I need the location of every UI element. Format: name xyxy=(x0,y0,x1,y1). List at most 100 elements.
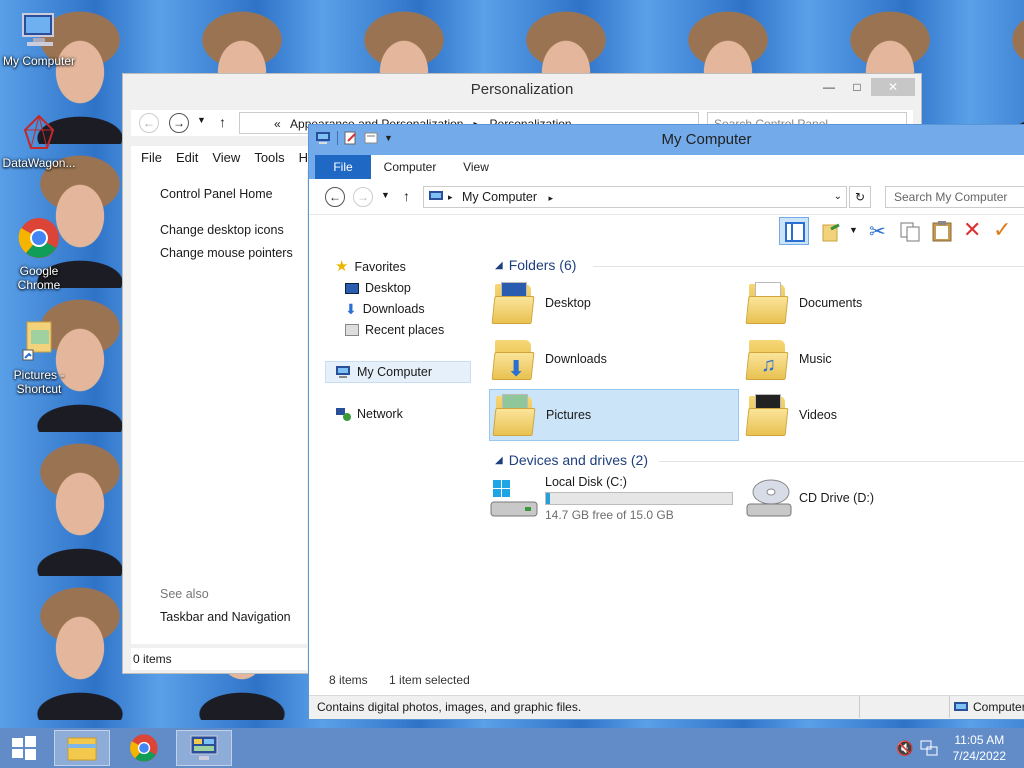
menu-tools[interactable]: Tools xyxy=(254,146,284,170)
recent-locations-icon[interactable]: ▼ xyxy=(381,190,390,200)
organize-icon[interactable] xyxy=(821,221,843,243)
menu-file[interactable]: File xyxy=(141,146,162,170)
collapse-icon[interactable]: ◢ xyxy=(495,260,503,271)
window-controls: — □ ✕ xyxy=(815,78,915,96)
breadcrumb-chevron-icon: « xyxy=(274,117,288,131)
desktop-icon-datawagon[interactable]: DataWagon... xyxy=(0,112,78,170)
minimize-button[interactable]: — xyxy=(815,78,843,96)
address-dropdown-icon[interactable]: ⌄ xyxy=(834,187,842,207)
maximize-button[interactable]: □ xyxy=(843,78,871,96)
organize-dropdown-icon[interactable]: ▼ xyxy=(849,225,858,235)
delete-icon[interactable]: ✕ xyxy=(963,217,981,243)
folder-pictures-icon xyxy=(490,390,540,440)
nav-downloads[interactable]: ⬇ Downloads xyxy=(345,299,425,319)
back-button[interactable]: ← xyxy=(139,113,159,133)
computer-icon xyxy=(429,191,443,200)
collapse-icon[interactable]: ◢ xyxy=(495,455,503,466)
group-divider xyxy=(659,461,1024,462)
desktop-icon-my-computer[interactable]: My Computer xyxy=(0,10,78,68)
nav-network[interactable]: Network xyxy=(335,404,403,424)
control-panel-home-link[interactable]: Control Panel Home xyxy=(160,187,273,201)
menu-view[interactable]: View xyxy=(212,146,240,170)
folder-tile-videos[interactable]: Videos xyxy=(743,389,993,441)
folder-tile-downloads[interactable]: ⬇ Downloads xyxy=(489,333,739,385)
copy-icon[interactable] xyxy=(899,221,921,243)
folder-label: Desktop xyxy=(545,296,591,310)
local-disk-icon xyxy=(490,480,538,517)
item-count: 8 items xyxy=(329,673,368,687)
tab-computer[interactable]: Computer xyxy=(371,155,449,179)
menu-help[interactable]: H xyxy=(299,146,308,170)
drive-tile-c[interactable]: Local Disk (C:) 14.7 GB free of 15.0 GB xyxy=(489,473,739,523)
folder-documents-icon xyxy=(743,278,793,328)
group-divider xyxy=(593,266,1024,267)
folder-tile-pictures[interactable]: Pictures xyxy=(489,389,739,441)
folder-tile-documents[interactable]: Documents xyxy=(743,277,993,329)
nav-label: Favorites xyxy=(354,260,406,274)
rename-icon[interactable]: ✓ xyxy=(993,217,1011,243)
network-tray-icon[interactable] xyxy=(920,740,938,756)
up-button[interactable]: ↑ xyxy=(403,188,410,204)
address-row: ← → ▼ ↑ ▸ My Computer ▸ ⌄ ↻ Search My Co… xyxy=(309,179,1024,215)
nav-label: Network xyxy=(357,407,403,421)
nav-recent-places[interactable]: Recent places xyxy=(345,320,444,340)
disk-usage-fill xyxy=(546,492,550,504)
refresh-icon[interactable]: ↻ xyxy=(849,186,871,208)
close-button[interactable]: ✕ xyxy=(871,78,915,96)
folder-desktop-icon xyxy=(489,278,539,328)
preview-pane-icon xyxy=(785,222,805,242)
disk-usage-bar xyxy=(545,491,733,505)
start-button[interactable] xyxy=(0,730,48,766)
computer-icon xyxy=(336,366,350,378)
change-desktop-icons-link[interactable]: Change desktop icons xyxy=(160,223,284,237)
forward-button[interactable]: → xyxy=(353,187,373,207)
address-bar[interactable]: ▸ My Computer ▸ ⌄ xyxy=(423,186,847,208)
cut-icon[interactable]: ✂ xyxy=(869,219,886,244)
folder-tile-music[interactable]: ♫ Music xyxy=(743,333,993,385)
taskbar-control-panel[interactable] xyxy=(176,730,232,766)
folder-tile-desktop[interactable]: Desktop xyxy=(489,277,739,329)
drive-free-space: 14.7 GB free of 15.0 GB xyxy=(545,507,674,522)
nav-my-computer[interactable]: My Computer xyxy=(325,361,471,383)
folder-label: Music xyxy=(799,352,832,366)
network-icon xyxy=(336,408,351,421)
breadcrumb-item[interactable]: My Computer xyxy=(462,190,537,204)
recent-dropdown-icon[interactable]: ▼ xyxy=(197,115,206,125)
volume-muted-icon[interactable]: 🔇 xyxy=(896,740,913,757)
status-bar: 0 items xyxy=(131,648,307,670)
nav-desktop[interactable]: Desktop xyxy=(345,278,411,298)
change-mouse-pointers-link[interactable]: Change mouse pointers xyxy=(160,246,293,260)
drive-tile-d[interactable]: CD Drive (D:) xyxy=(743,473,993,523)
star-icon: ★ xyxy=(335,258,349,275)
group-header-folders[interactable]: ◢ Folders (6) xyxy=(495,257,1024,273)
tab-view[interactable]: View xyxy=(449,155,503,179)
recent-places-icon xyxy=(345,324,359,336)
tab-file[interactable]: File xyxy=(315,155,371,179)
nav-label: My Computer xyxy=(357,365,433,379)
details-text: Contains digital photos, images, and gra… xyxy=(317,700,582,714)
see-also-label: See also xyxy=(160,587,209,601)
up-button[interactable]: ↑ xyxy=(219,114,226,130)
search-input[interactable]: Search My Computer xyxy=(885,186,1024,208)
my-computer-window[interactable]: ▼ My Computer File Computer View ← → ▼ ↑… xyxy=(308,124,1024,720)
paste-icon[interactable] xyxy=(931,219,953,243)
taskbar-navigation-link[interactable]: Taskbar and Navigation xyxy=(160,610,291,624)
windows-logo-icon xyxy=(12,736,36,760)
system-clock[interactable]: 11:05 AM 7/24/2022 xyxy=(953,732,1006,764)
taskbar-file-explorer[interactable] xyxy=(54,730,110,766)
downloads-icon: ⬇ xyxy=(345,301,357,317)
desktop-icon-pictures-shortcut[interactable]: Pictures - Shortcut xyxy=(0,320,78,396)
nav-favorites[interactable]: ★ Favorites xyxy=(335,257,406,277)
chrome-icon xyxy=(130,734,158,762)
preview-pane-button[interactable] xyxy=(779,217,809,245)
menu-edit[interactable]: Edit xyxy=(176,146,198,170)
desktop-icon-chrome[interactable]: Google Chrome xyxy=(0,216,78,292)
selected-count: 1 item selected xyxy=(389,673,470,687)
folder-videos-icon xyxy=(743,390,793,440)
task-pane: Control Panel Home Change desktop icons … xyxy=(131,170,307,644)
back-button[interactable]: ← xyxy=(325,187,345,207)
group-header-label: Folders (6) xyxy=(508,257,577,273)
group-header-devices[interactable]: ◢ Devices and drives (2) xyxy=(495,452,1024,468)
taskbar-chrome[interactable] xyxy=(116,730,172,766)
forward-button[interactable]: → xyxy=(169,113,189,133)
